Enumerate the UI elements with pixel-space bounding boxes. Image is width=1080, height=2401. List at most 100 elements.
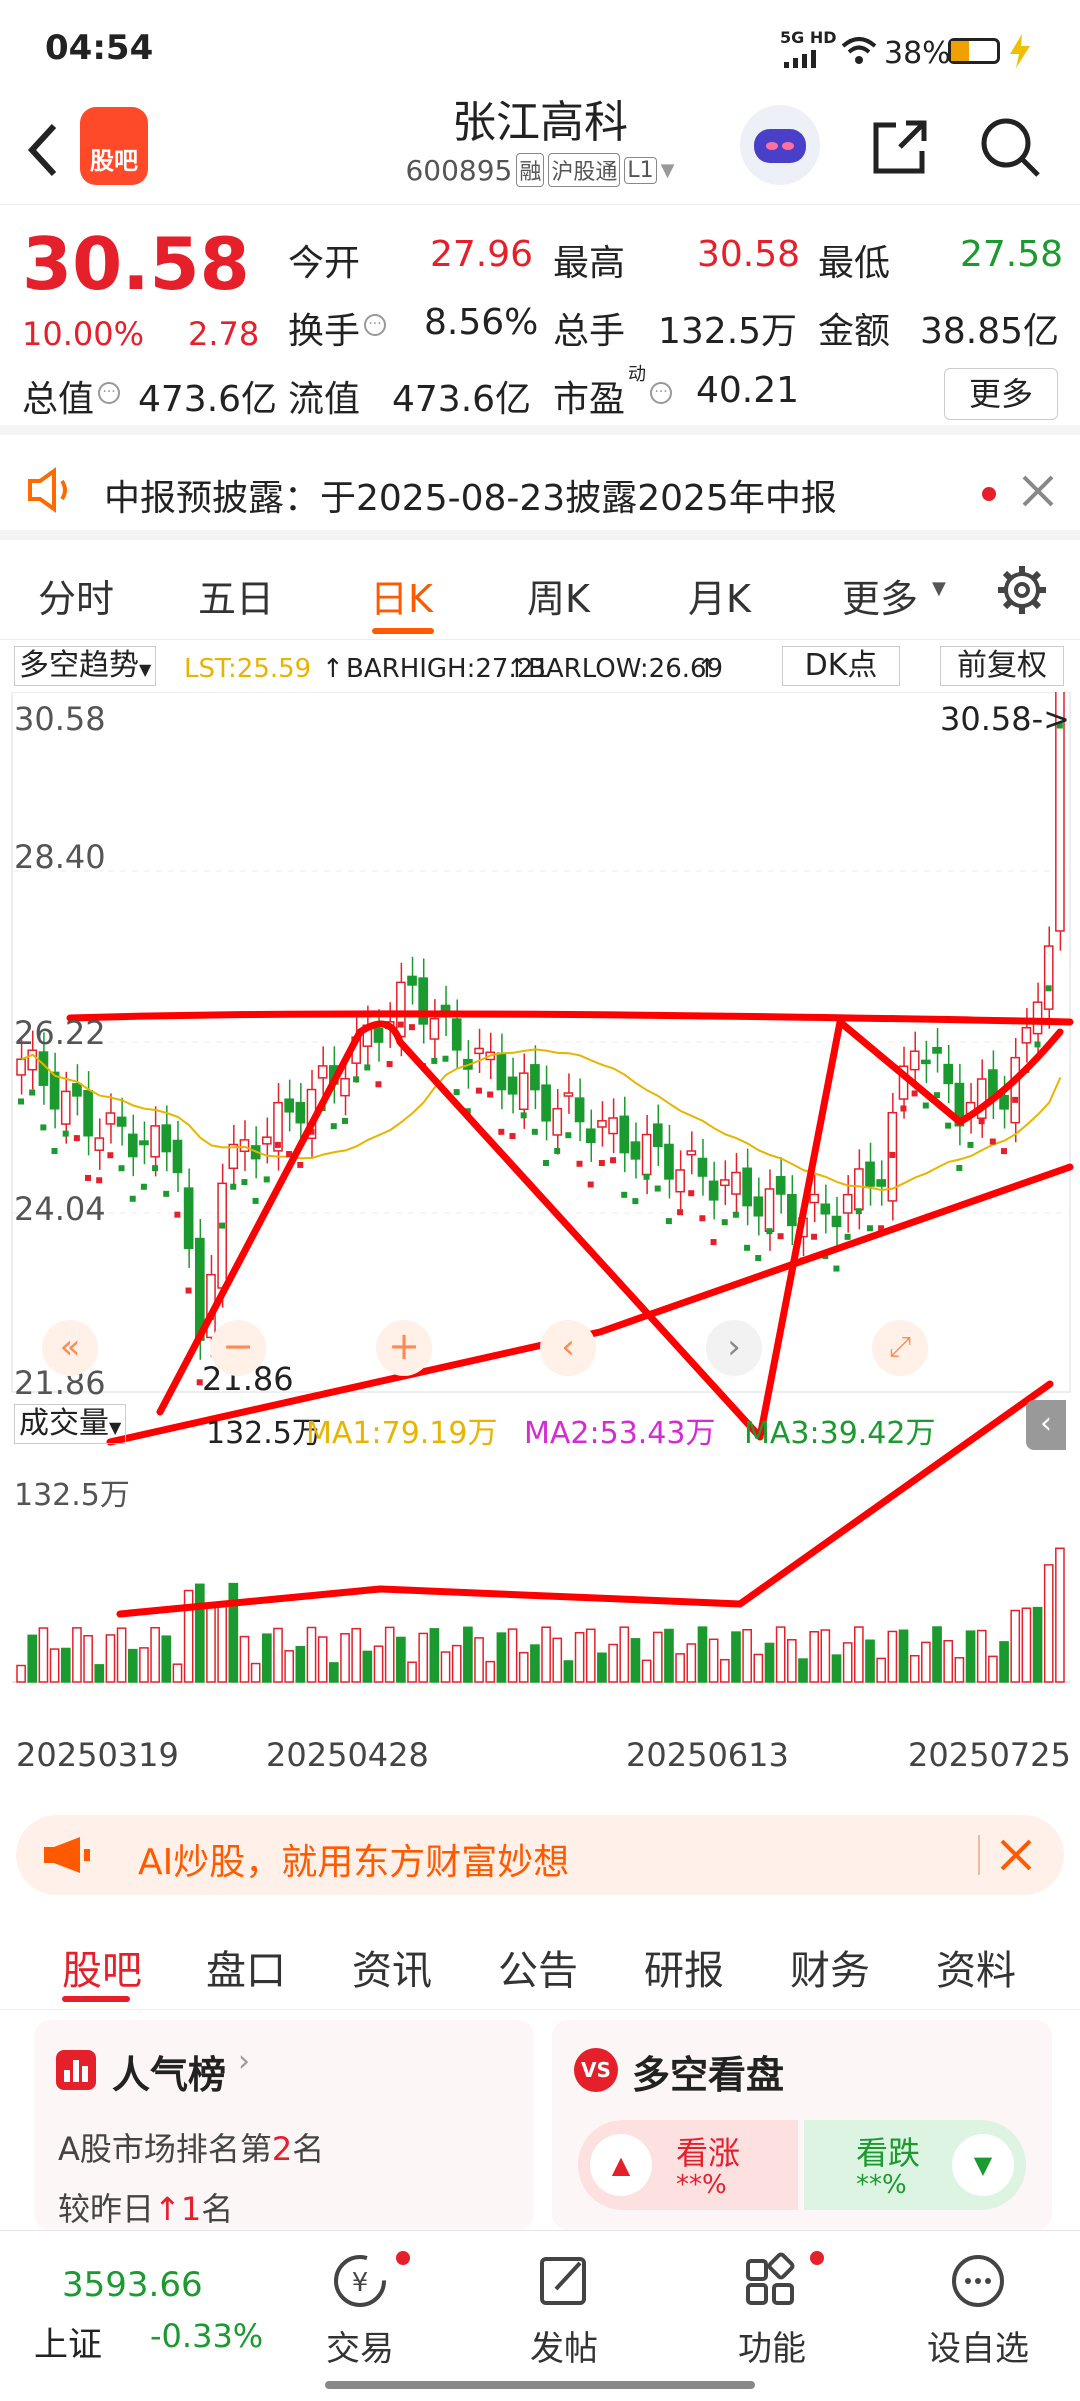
previous-icon[interactable]: ‹: [540, 1320, 596, 1376]
candle-body: [295, 1101, 306, 1124]
info-icon[interactable]: ···: [650, 382, 672, 404]
tab-more[interactable]: 更多: [842, 568, 918, 623]
back-icon[interactable]: [18, 115, 68, 185]
candle-body: [396, 981, 406, 1038]
more-button[interactable]: 更多: [944, 368, 1058, 420]
price-tick: 24.04: [14, 1190, 106, 1228]
trend-dot: [922, 1102, 929, 1109]
candlestick-area[interactable]: [0, 692, 1080, 1752]
tab-order-book[interactable]: 盘口: [206, 1938, 286, 1996]
candle-body: [1043, 945, 1054, 1010]
trend-dot: [732, 1211, 739, 1218]
kline-chart[interactable]: 多空趋势▼ LST:25.59 ↑ BARHIGH:27.21 ↑ BARLOW…: [0, 640, 1080, 1800]
volume-bar: [742, 1629, 752, 1683]
volume-bar: [485, 1660, 496, 1683]
trend-dot: [978, 1118, 985, 1125]
low-label: 最低: [818, 243, 891, 284]
info-icon[interactable]: ···: [364, 314, 386, 336]
tab-five-day[interactable]: 五日: [198, 568, 274, 623]
tab-weekly-k[interactable]: 周K: [527, 568, 590, 623]
trend-dot: [833, 1265, 840, 1272]
index-ticker[interactable]: 3593.66 上证 -0.33%: [0, 2231, 280, 2401]
search-icon[interactable]: [970, 107, 1050, 187]
nav-add-watchlist[interactable]: 设自选: [908, 2251, 1048, 2370]
gear-icon[interactable]: [994, 562, 1050, 622]
rewind-icon[interactable]: «: [42, 1320, 98, 1376]
zoom-out-icon[interactable]: −: [210, 1320, 266, 1376]
candle-body: [831, 1215, 842, 1228]
tab-news[interactable]: 资讯: [352, 1938, 432, 1996]
trend-dot: [252, 1197, 259, 1204]
volume-bar: [340, 1633, 350, 1683]
bearish-button[interactable]: 看跌 **% ▼: [804, 2120, 1026, 2210]
rank-line: A股市场排名第2名: [58, 2124, 324, 2170]
candle-body: [842, 1193, 853, 1214]
robot-assistant-icon[interactable]: [740, 105, 820, 185]
collapse-icon[interactable]: ‹: [1026, 1400, 1066, 1450]
tab-announcements[interactable]: 公告: [498, 1938, 578, 1996]
share-icon[interactable]: [860, 107, 940, 187]
tab-profile[interactable]: 资料: [936, 1938, 1016, 1996]
volume-bar: [921, 1641, 931, 1683]
candle-body: [83, 1089, 93, 1137]
trend-dot: [777, 1233, 784, 1240]
nav-trade[interactable]: ¥ 交易: [290, 2251, 430, 2370]
mcap-value: 473.6亿: [138, 379, 278, 420]
tab-financials[interactable]: 财务: [790, 1938, 870, 1996]
volume-bar: [295, 1645, 306, 1683]
tab-monthly-k[interactable]: 月K: [688, 568, 751, 623]
volume-bar: [686, 1643, 697, 1683]
volume-bar: [574, 1631, 585, 1683]
volume-bar: [943, 1639, 954, 1683]
info-icon[interactable]: ···: [98, 382, 120, 404]
volume-bar: [440, 1651, 451, 1683]
tab-research[interactable]: 研报: [644, 1938, 724, 1996]
notice-bar[interactable]: 中报预披露：于2025-08-23披露2025年中报: [0, 445, 1080, 540]
arrow-up-icon: ↑: [322, 654, 344, 684]
volume-selector[interactable]: 成交量▼: [14, 1404, 127, 1444]
popularity-card[interactable]: 人气榜 › A股市场排名第2名 较昨日↑1名: [34, 2020, 534, 2230]
volume-bar: [1021, 1607, 1032, 1683]
dk-point-button[interactable]: DK点: [782, 646, 900, 686]
turnover-label: 换手: [288, 311, 361, 352]
candle-body: [172, 1139, 183, 1174]
adjust-button[interactable]: 前复权: [940, 646, 1064, 686]
tab-daily-k[interactable]: 日K: [370, 568, 433, 623]
popularity-title: 人气榜: [112, 2053, 227, 2097]
nav-trade-label: 交易: [326, 2329, 394, 2369]
volume-bar: [161, 1635, 172, 1683]
volume-bar: [396, 1636, 406, 1683]
next-icon[interactable]: ›: [706, 1320, 762, 1376]
volume-bar: [507, 1628, 518, 1683]
zoom-in-icon[interactable]: +: [376, 1320, 432, 1376]
volume-bar: [820, 1629, 831, 1683]
bullish-button[interactable]: ▲ 看涨 **%: [578, 2120, 798, 2210]
volume-bar: [49, 1648, 60, 1683]
long-short-card[interactable]: VS 多空看盘 ▲ 看涨 **% 看跌 **% ▼: [552, 2020, 1052, 2230]
volume-bar: [150, 1626, 160, 1683]
guba-logo[interactable]: 股吧: [80, 107, 148, 185]
index-value: 3593.66: [62, 2265, 203, 2305]
fullscreen-icon[interactable]: ⤢: [872, 1320, 928, 1376]
ai-banner[interactable]: AI炒股，就用东方财富妙想: [16, 1815, 1064, 1895]
trend-dot: [442, 1055, 449, 1062]
nav-functions[interactable]: 功能: [702, 2251, 842, 2370]
volume-bar: [172, 1663, 183, 1683]
tab-intraday[interactable]: 分时: [38, 568, 114, 623]
candle-body: [574, 1097, 585, 1123]
volume-bar: [898, 1629, 909, 1683]
nav-post[interactable]: 发帖: [494, 2251, 634, 2370]
mcap-label: 总值: [22, 379, 95, 420]
trend-dot: [174, 1211, 181, 1218]
volume-bar: [317, 1636, 328, 1683]
tab-guba[interactable]: 股吧: [62, 1938, 142, 1996]
candle-body: [854, 1168, 864, 1211]
candle-body: [786, 1194, 797, 1227]
close-icon[interactable]: [996, 1835, 1036, 1879]
divider: [978, 1835, 980, 1875]
title-block[interactable]: 张江高科 600895 融 沪股通 L1 ▼: [340, 95, 740, 187]
indicator-selector[interactable]: 多空趋势▼: [14, 646, 157, 686]
trend-dot: [487, 1091, 494, 1098]
candle-body: [429, 1017, 440, 1040]
close-icon[interactable]: [1018, 471, 1058, 515]
